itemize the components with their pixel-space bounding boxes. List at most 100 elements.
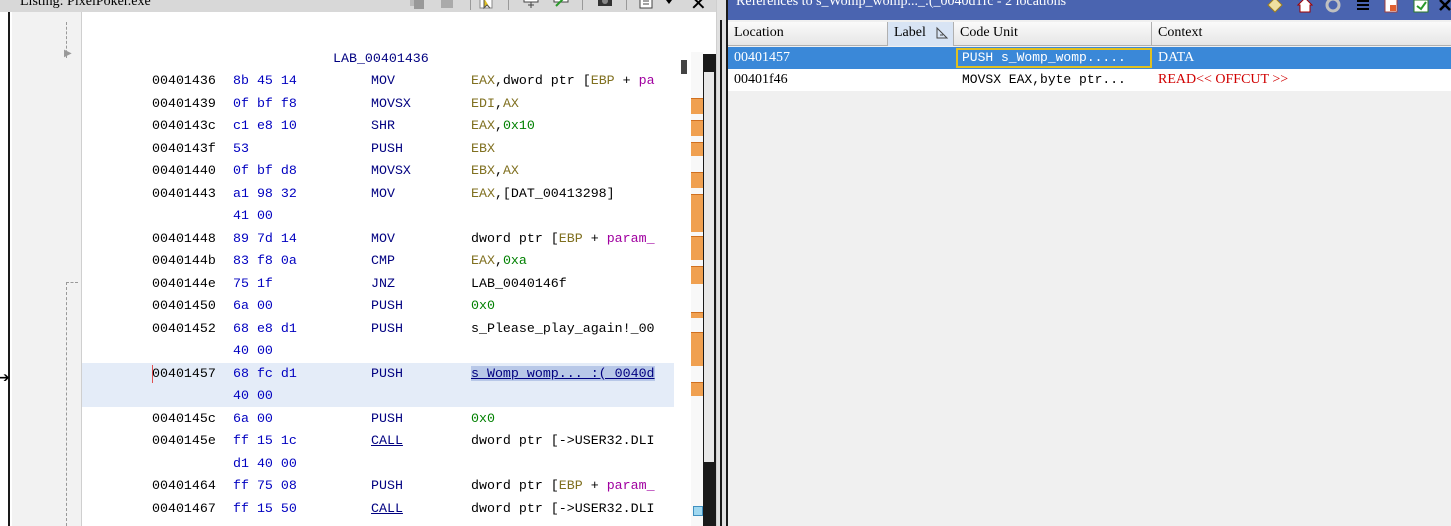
reference-row[interactable]: 00401f46 MOVSX EAX,byte ptr... READ<< OFFC…	[728, 69, 1451, 91]
instruction-operands[interactable]: dword ptr [->USER32.DLI	[471, 501, 655, 516]
column-header-code-unit[interactable]: Code Unit	[954, 22, 1152, 46]
operand-part[interactable]: ,dword ptr [	[495, 73, 591, 88]
instruction-operands[interactable]: dword ptr [->USER32.DLI	[471, 433, 655, 448]
list-icon[interactable]	[1354, 0, 1372, 14]
diff-arrow-icon[interactable]	[552, 0, 570, 10]
field-layout-icon[interactable]	[522, 0, 540, 10]
operand-part[interactable]: LAB_0040146f	[471, 276, 567, 291]
instruction-bytes[interactable]: 68 e8 d1	[233, 321, 297, 336]
operand-part[interactable]: EBP	[559, 231, 583, 246]
operand-part[interactable]: 0xa	[503, 253, 527, 268]
operand-part[interactable]: dword ptr [->USER32.DLI	[471, 501, 655, 516]
instruction-bytes[interactable]: 53	[233, 141, 249, 156]
paste-icon[interactable]	[438, 0, 456, 10]
home-icon[interactable]	[1296, 0, 1314, 14]
overview-marker[interactable]	[691, 120, 703, 136]
instruction-bytes[interactable]: a1 98 32	[233, 186, 297, 201]
instruction-mnemonic[interactable]: PUSH	[371, 141, 403, 156]
reference-context[interactable]: READ<< OFFCUT >>	[1158, 72, 1288, 88]
instruction-operands[interactable]: EDI,AX	[471, 96, 519, 111]
instruction-address[interactable]: 00401467	[152, 501, 216, 516]
instruction-operands[interactable]: s_Womp_womp..._:(_0040d	[471, 365, 655, 381]
instruction-mnemonic[interactable]: PUSH	[371, 366, 403, 381]
operand-part[interactable]: EBP	[591, 73, 615, 88]
operand-part[interactable]: param_	[607, 478, 655, 493]
listing-row[interactable]: 00401436 8b 45 14 MOV EAX,dword ptr [EBP + …	[82, 70, 674, 92]
reference-context[interactable]: DATA	[1158, 50, 1194, 66]
instruction-operands[interactable]: EAX,[DAT_00413298]	[471, 186, 615, 201]
instruction-address[interactable]: 00401457	[152, 366, 216, 381]
instruction-bytes[interactable]: ff 15 50	[233, 501, 297, 516]
instruction-address[interactable]: 00401436	[152, 73, 216, 88]
instruction-operands[interactable]: 0x0	[471, 411, 495, 426]
chevron-down-icon[interactable]	[660, 0, 678, 10]
operand-part[interactable]: +	[615, 73, 639, 88]
instruction-mnemonic[interactable]: PUSH	[371, 298, 403, 313]
listing-title-bar[interactable]: Listing: PixelPoker.exe ✕	[0, 0, 716, 12]
instruction-bytes[interactable]: 40 00	[233, 388, 273, 403]
operand-part[interactable]: 0x10	[503, 118, 535, 133]
operand-part[interactable]: +	[583, 478, 607, 493]
operand-part[interactable]: EAX	[471, 73, 495, 88]
instruction-address[interactable]: 0040145c	[152, 411, 216, 426]
operand-part[interactable]: pa	[639, 73, 655, 88]
operand-part[interactable]: AX	[503, 96, 519, 111]
operand-part[interactable]: dword ptr [	[471, 231, 559, 246]
operand-part[interactable]: ,	[495, 118, 503, 133]
overview-marker[interactable]	[691, 332, 703, 366]
references-title-bar[interactable]: References to s_Womp_womp..._:(_0040d1fc…	[728, 0, 1451, 20]
column-header-context[interactable]: Context	[1152, 22, 1451, 46]
operand-part[interactable]: dword ptr [->USER32.DLI	[471, 433, 655, 448]
sort-ascending-icon[interactable]	[935, 26, 949, 40]
overview-bar[interactable]	[674, 12, 716, 526]
instruction-operands[interactable]: s_Please_play_again!_00	[471, 321, 655, 336]
overview-marker[interactable]	[691, 312, 703, 318]
operand-part[interactable]: ,[DAT_00413298]	[495, 186, 615, 201]
operand-part[interactable]: AX	[503, 163, 519, 178]
instruction-address[interactable]: 00401440	[152, 163, 216, 178]
listing-row[interactable]: 00401450 6a 00 PUSH 0x0	[82, 295, 674, 317]
instruction-bytes[interactable]: 8b 45 14	[233, 73, 297, 88]
instruction-mnemonic[interactable]: MOVSX	[371, 163, 411, 178]
listing-row[interactable]: 0040144e 75 1f JNZ LAB_0040146f	[82, 273, 674, 295]
listing-row[interactable]: 41 00	[82, 205, 674, 227]
listing-row[interactable]: 00401457 68 fc d1 PUSH s_Womp_womp..._:(_00…	[82, 362, 674, 385]
overview-marker[interactable]	[691, 236, 703, 260]
instruction-bytes[interactable]: 75 1f	[233, 276, 273, 291]
operand-part[interactable]: 0x0	[471, 411, 495, 426]
overview-marker[interactable]	[691, 194, 703, 232]
operand-part[interactable]: ,	[495, 163, 503, 178]
scrollbar-thumb[interactable]	[704, 72, 714, 468]
instruction-bytes[interactable]: 6a 00	[233, 298, 273, 313]
listing-row[interactable]: 00401439 0f bf f8 MOVSX EDI,AX	[82, 93, 674, 115]
instruction-bytes[interactable]: 6a 00	[233, 411, 273, 426]
operand-part[interactable]: s_Please_play_again!_00	[471, 321, 655, 336]
instruction-mnemonic[interactable]: MOV	[371, 231, 395, 246]
instruction-address[interactable]: 00401464	[152, 478, 216, 493]
instruction-address[interactable]: 0040145e	[152, 433, 216, 448]
listing-row[interactable]: 40 00	[82, 385, 674, 407]
listing-row[interactable]: 00401452 68 e8 d1 PUSH s_Please_play_again!…	[82, 318, 674, 340]
operand-part[interactable]: param_	[607, 231, 655, 246]
overview-marker[interactable]	[691, 98, 703, 114]
instruction-mnemonic[interactable]: CMP	[371, 253, 395, 268]
reference-code-unit[interactable]: PUSH s_Womp_womp.....	[962, 50, 1126, 65]
panel-splitter[interactable]	[716, 0, 726, 526]
instruction-bytes[interactable]: 68 fc d1	[233, 366, 297, 381]
reference-row[interactable]: 00401457 PUSH s_Womp_womp..... DATA	[728, 47, 1451, 69]
instruction-bytes[interactable]: 83 f8 0a	[233, 253, 297, 268]
listing-row[interactable]: 40 00	[82, 340, 674, 362]
instruction-bytes[interactable]: 89 7d 14	[233, 231, 297, 246]
operand-part[interactable]: EBX	[471, 163, 495, 178]
instruction-bytes[interactable]: 41 00	[233, 208, 273, 223]
instruction-mnemonic[interactable]: JNZ	[371, 276, 395, 291]
listing-row[interactable]: 00401443 a1 98 32 MOV EAX,[DAT_00413298]	[82, 183, 674, 205]
instruction-bytes[interactable]: 0f bf d8	[233, 163, 297, 178]
instruction-address[interactable]: 0040144b	[152, 253, 216, 268]
operand-part[interactable]: EDI	[471, 96, 495, 111]
overview-marker[interactable]	[691, 266, 703, 284]
instruction-address[interactable]: 0040144e	[152, 276, 216, 291]
instruction-operands[interactable]: LAB_0040146f	[471, 276, 567, 291]
operand-part[interactable]: dword ptr [	[471, 478, 559, 493]
document-icon[interactable]	[1382, 0, 1400, 14]
